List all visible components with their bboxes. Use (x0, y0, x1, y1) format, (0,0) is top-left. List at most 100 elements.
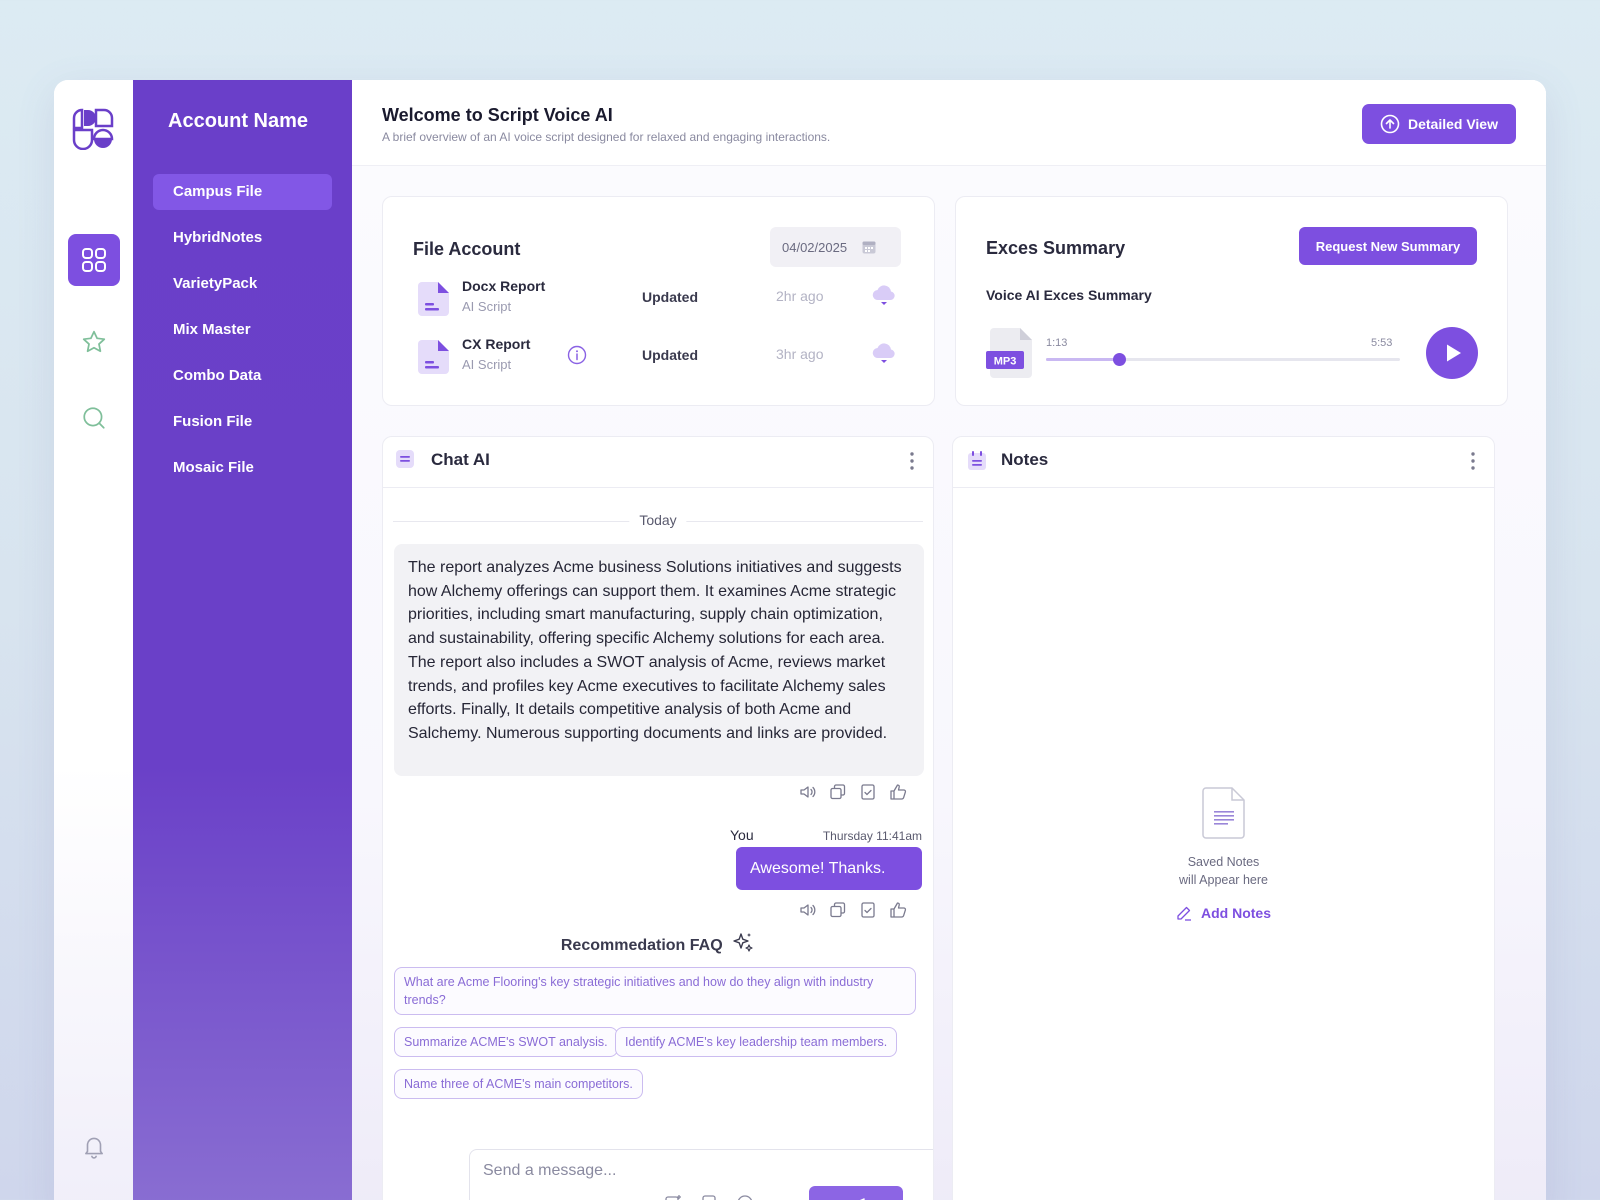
audio-progress-fill (1046, 358, 1119, 361)
star-icon (82, 330, 106, 353)
more-options-icon[interactable] (1466, 449, 1480, 473)
icon-rail (54, 80, 133, 1200)
faq-chip[interactable]: Identify ACME's key leadership team memb… (615, 1027, 898, 1057)
logo-icon (72, 108, 114, 150)
search-icon (83, 407, 105, 429)
copy-icon[interactable] (829, 783, 847, 801)
user-name: You (730, 827, 754, 843)
summary-card: Exces Summary Request New Summary Voice … (955, 196, 1508, 406)
thumbs-up-icon[interactable] (889, 901, 907, 919)
user-message: Awesome! Thanks. (736, 847, 922, 890)
faq-heading: Recommedation FAQ (383, 931, 933, 955)
thumbs-up-icon[interactable] (889, 783, 907, 801)
page-subtitle: A brief overview of an AI voice script d… (382, 130, 831, 144)
sidebar-item-mosaic-file[interactable]: Mosaic File (153, 450, 332, 486)
faq-title: Recommedation FAQ (560, 937, 723, 954)
file-type: AI Script (462, 299, 512, 314)
date-value: 04/02/2025 (782, 239, 848, 255)
notes-header: Notes (953, 437, 1494, 488)
check-note-icon[interactable] (859, 901, 877, 919)
notes-empty-state: Saved Notes will Appear here Add Notes (953, 787, 1494, 926)
sidebar-item-hybridnotes[interactable]: HybridNotes (153, 220, 332, 256)
chat-title: Chat AI (431, 450, 490, 469)
file-name: Docx Report (462, 278, 546, 294)
info-icon[interactable] (567, 345, 587, 365)
add-notes-button[interactable]: Add Notes (1176, 905, 1271, 921)
summary-title: Exces Summary (986, 238, 1126, 258)
notifications-button[interactable] (68, 1120, 120, 1172)
favorites-nav-button[interactable] (68, 316, 120, 368)
file-row[interactable]: Docx Report AI Script Updated 2hr ago (413, 275, 914, 319)
message-input[interactable] (483, 1162, 803, 1180)
notes-panel: Notes Saved Notes will Appear here Add N… (952, 436, 1495, 1200)
document-icon (418, 282, 449, 316)
sidebar-item-combo-data[interactable]: Combo Data (153, 358, 332, 394)
request-summary-button[interactable]: Request New Summary (1299, 227, 1477, 265)
sidebar-item-varietypack[interactable]: VarietyPack (153, 266, 332, 302)
faq-chip[interactable]: What are Acme Flooring's key strategic i… (394, 967, 916, 1015)
mp3-file-icon: MP3 (986, 328, 1032, 378)
cloud-download-icon[interactable] (871, 283, 897, 309)
cloud-download-icon[interactable] (871, 341, 897, 367)
file-status: Updated (642, 289, 698, 305)
empty-note-icon (1201, 787, 1245, 839)
emoji-icon[interactable] (736, 1194, 754, 1200)
file-account-card: File Account 04/02/2025 Docx Report AI S… (382, 196, 935, 406)
main-area: Welcome to Script Voice AI A brief overv… (352, 80, 1546, 1200)
send-icon (859, 1198, 865, 1200)
user-message-time: Thursday 11:41am (822, 829, 922, 843)
file-account-title: File Account (413, 239, 521, 259)
duration: 5:53 (1371, 337, 1393, 349)
check-note-icon[interactable] (859, 783, 877, 801)
ai-message-actions (799, 783, 907, 801)
copy-icon[interactable] (829, 901, 847, 919)
notes-empty-text: Saved Notes will Appear here (1179, 855, 1268, 887)
file-status: Updated (642, 347, 698, 363)
audio-progress-track[interactable] (1046, 353, 1400, 366)
account-name: Account Name (168, 110, 309, 132)
day-label: Today (629, 512, 687, 528)
attachment-icon[interactable] (700, 1194, 718, 1200)
detailed-view-label: Detailed View (1407, 116, 1498, 132)
file-row[interactable]: CX Report AI Script Updated 3hr ago (413, 333, 914, 377)
file-name: CX Report (462, 336, 531, 352)
sidebar-item-campus-file[interactable]: Campus File (153, 174, 332, 210)
mp3-badge: MP3 (994, 356, 1017, 368)
user-message-actions (799, 901, 907, 919)
file-time: 3hr ago (776, 346, 824, 362)
day-separator: Today (393, 512, 923, 528)
sparkle-icon (733, 933, 753, 952)
file-time: 2hr ago (776, 288, 824, 304)
more-options-icon[interactable] (905, 449, 919, 473)
send-button[interactable] (809, 1186, 903, 1200)
message-composer (469, 1149, 933, 1200)
bell-icon (85, 1137, 103, 1159)
sidebar-item-fusion-file[interactable]: Fusion File (153, 404, 332, 440)
ai-message: The report analyzes Acme business Soluti… (394, 544, 924, 776)
current-time: 1:13 (1046, 337, 1068, 349)
notes-icon (968, 451, 986, 470)
faq-chip[interactable]: Summarize ACME's SWOT analysis. (394, 1027, 618, 1057)
speaker-icon[interactable] (799, 783, 817, 801)
page-title: Welcome to Script Voice AI (382, 105, 613, 125)
chat-doc-icon (396, 450, 414, 468)
account-sidebar: Account Name Campus File HybridNotes Var… (133, 80, 352, 1200)
chat-panel: Chat AI Today The report analyzes Acme b… (382, 436, 934, 1200)
faq-chip[interactable]: Name three of ACME's main competitors. (394, 1069, 643, 1099)
content-area: File Account 04/02/2025 Docx Report AI S… (352, 166, 1546, 1200)
speaker-icon[interactable] (799, 901, 817, 919)
chat-header: Chat AI (383, 437, 933, 488)
date-picker[interactable]: 04/02/2025 (770, 227, 901, 267)
pencil-icon (1177, 906, 1191, 921)
dashboard-nav-button[interactable] (68, 234, 120, 286)
page-header: Welcome to Script Voice AI A brief overv… (352, 80, 1546, 166)
play-button[interactable] (1426, 327, 1478, 379)
sidebar-item-mix-master[interactable]: Mix Master (153, 312, 332, 348)
audio-progress-knob[interactable] (1112, 353, 1126, 366)
search-nav-button[interactable] (68, 392, 120, 444)
summary-label: Voice AI Exces Summary (986, 287, 1152, 303)
detailed-view-button[interactable]: Detailed View (1362, 104, 1516, 144)
image-add-icon[interactable] (664, 1194, 682, 1200)
document-icon (418, 340, 449, 374)
play-icon (1447, 344, 1461, 362)
